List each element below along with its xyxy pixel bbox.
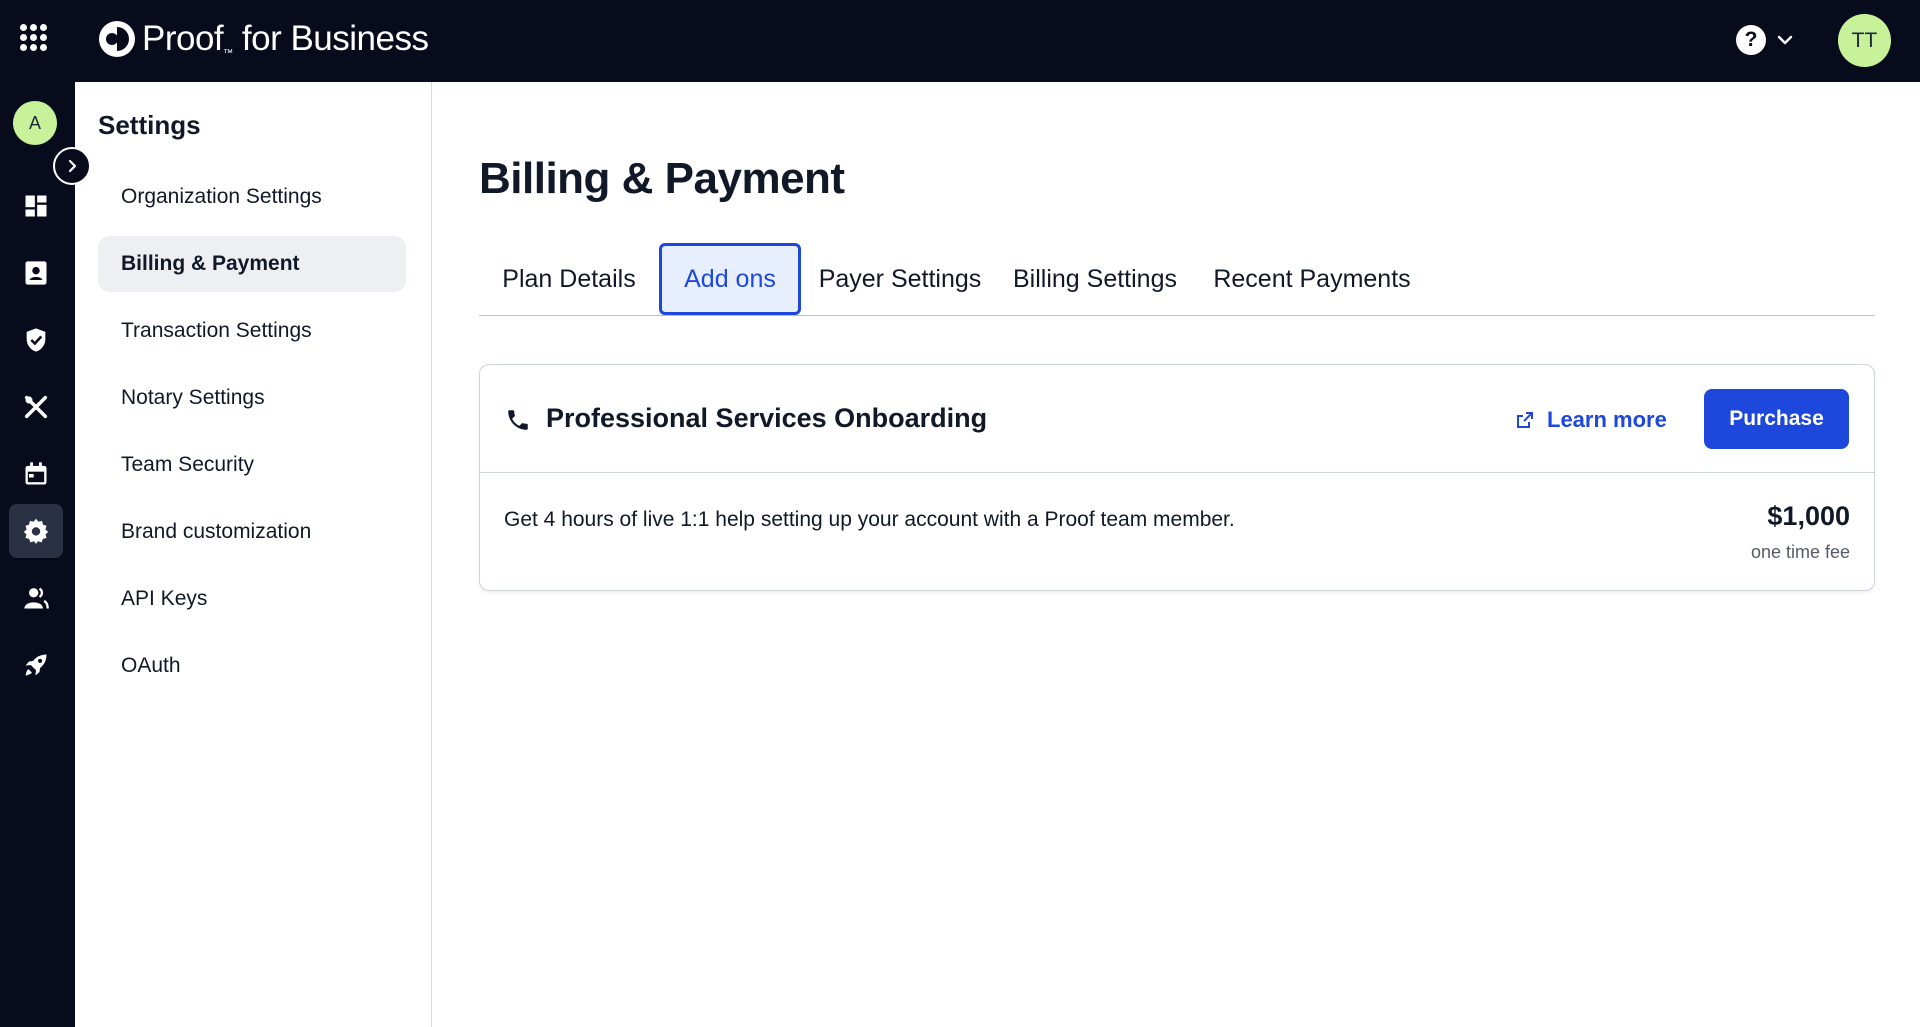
addon-card-header: Professional Services Onboarding Learn m… [480, 365, 1874, 473]
settings-item-transaction[interactable]: Transaction Settings [98, 303, 406, 359]
tab-add-ons[interactable]: Add ons [659, 243, 801, 315]
tools-icon [24, 395, 48, 419]
settings-item-api-keys[interactable]: API Keys [98, 571, 406, 627]
calendar-icon [25, 462, 47, 485]
gear-icon [23, 518, 49, 544]
brand-suffix: for Business [241, 19, 429, 58]
page-title: Billing & Payment [479, 154, 845, 203]
app-launcher-icon[interactable] [20, 24, 50, 54]
nav-calendar[interactable] [9, 447, 63, 501]
settings-item-brand[interactable]: Brand customization [98, 504, 406, 560]
contact-card-icon [25, 261, 47, 285]
chevron-down-icon [1777, 35, 1793, 45]
nav-tools[interactable] [9, 380, 63, 434]
tab-billing-settings[interactable]: Billing Settings [995, 243, 1195, 315]
settings-item-billing[interactable]: Billing & Payment [98, 236, 406, 292]
help-icon: ? [1736, 25, 1766, 55]
proof-logo-icon [99, 21, 135, 57]
nav-contacts[interactable] [9, 246, 63, 300]
dashboard-icon [25, 195, 47, 217]
nav-getting-started[interactable] [9, 638, 63, 692]
expand-nav-button[interactable] [53, 147, 91, 185]
settings-sidebar: Settings Organization Settings Billing &… [75, 82, 432, 1027]
settings-item-oauth[interactable]: OAuth [98, 638, 406, 694]
nav-team[interactable] [9, 571, 63, 625]
tab-plan-details[interactable]: Plan Details [479, 243, 659, 315]
main-content: Billing & Payment Plan Details Add ons P… [432, 82, 1920, 1027]
settings-item-organization[interactable]: Organization Settings [98, 169, 406, 225]
settings-item-notary[interactable]: Notary Settings [98, 370, 406, 426]
nav-dashboard[interactable] [9, 179, 63, 233]
billing-tabs: Plan Details Add ons Payer Settings Bill… [479, 243, 1875, 316]
purchase-button[interactable]: Purchase [1704, 389, 1849, 449]
addon-card: Professional Services Onboarding Learn m… [479, 364, 1875, 591]
left-nav-rail: A [0, 82, 75, 1027]
top-bar: Proof™ for Business ? TT [0, 0, 1920, 82]
tab-payer-settings[interactable]: Payer Settings [805, 243, 995, 315]
nav-settings[interactable] [9, 504, 63, 558]
addon-title: Professional Services Onboarding [546, 403, 988, 433]
tab-recent-payments[interactable]: Recent Payments [1195, 243, 1429, 315]
learn-more-label: Learn more [1547, 407, 1667, 432]
addon-price-note: one time fee [1750, 542, 1850, 562]
external-link-icon [1517, 412, 1533, 428]
settings-item-team-security[interactable]: Team Security [98, 437, 406, 493]
chevron-right-icon [68, 159, 77, 173]
brand-name: Proof [142, 19, 224, 58]
addon-price: $1,000 [1767, 501, 1850, 531]
nav-security[interactable] [9, 313, 63, 367]
rocket-icon [25, 654, 47, 676]
learn-more-link[interactable]: Learn more [1515, 405, 1667, 435]
users-icon [24, 587, 49, 609]
addon-description: Get 4 hours of live 1:1 help setting up … [504, 508, 1235, 531]
shield-check-icon [26, 328, 46, 352]
user-avatar[interactable]: TT [1838, 14, 1891, 67]
help-menu-button[interactable]: ? [1736, 24, 1794, 56]
brand-logo[interactable]: Proof™ for Business [98, 17, 429, 61]
organization-avatar[interactable]: A [13, 101, 57, 145]
settings-title: Settings [98, 110, 201, 140]
phone-icon [508, 410, 528, 430]
